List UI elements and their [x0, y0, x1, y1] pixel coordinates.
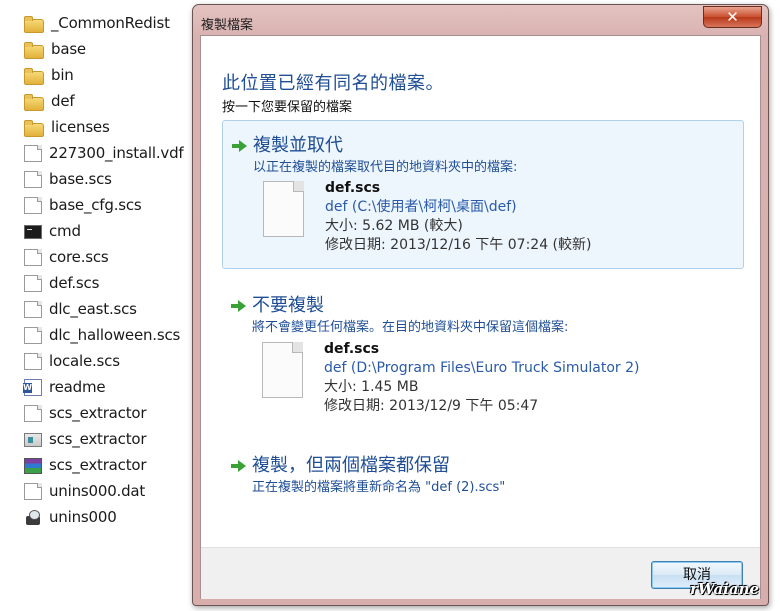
- file-list-item-name: cmd: [49, 222, 81, 240]
- document-icon: [24, 144, 42, 162]
- file-size: 大小: 5.62 MB (較大): [325, 218, 463, 234]
- file-list-item[interactable]: core.scs: [0, 244, 192, 270]
- option-title: 不要複製: [252, 295, 324, 316]
- file-modified-date: 修改日期: 2013/12/9 下午 05:47: [324, 398, 539, 414]
- file-list-item-name: _CommonRedist: [51, 14, 170, 32]
- file-list-item-name: def: [51, 92, 75, 110]
- file-list-item-name: bin: [51, 66, 74, 84]
- document-icon: [24, 352, 42, 370]
- file-list-item[interactable]: scs_extractor: [0, 452, 192, 478]
- folder-icon: [24, 68, 44, 85]
- file-info: def.scs def (D:\Program Files\Euro Truck…: [324, 340, 639, 416]
- file-list-item-name: base.scs: [49, 170, 112, 188]
- file-modified-date: 修改日期: 2013/12/16 下午 07:24 (較新): [325, 237, 592, 253]
- file-list-item-name: scs_extractor: [49, 430, 147, 448]
- file-icon: [262, 342, 303, 398]
- green-arrow-icon: [231, 140, 247, 152]
- file-list-item-name: def.scs: [49, 274, 100, 292]
- document-icon: [24, 326, 42, 344]
- file-list-item[interactable]: _CommonRedist: [0, 10, 192, 36]
- file-list-item-name: dlc_east.scs: [49, 300, 137, 318]
- file-name: def.scs: [324, 341, 380, 357]
- file-list-item[interactable]: bin: [0, 62, 192, 88]
- file-info: def.scs def (C:\使用者\柯柯\桌面\def) 大小: 5.62 …: [325, 179, 591, 255]
- document-icon: [24, 404, 42, 422]
- option-title: 複製並取代: [253, 135, 343, 156]
- dialog-title: 複製檔案: [201, 18, 254, 33]
- file-list-item[interactable]: base: [0, 36, 192, 62]
- file-icon: [263, 181, 304, 237]
- file-list: _CommonRedistbase bin def licenses 227300_in…: [0, 10, 192, 530]
- file-list-item-name: core.scs: [49, 248, 109, 266]
- file-list-item[interactable]: scs_extractor: [0, 426, 192, 452]
- file-list-item[interactable]: 227300_install.vdf: [0, 140, 192, 166]
- document-icon: [24, 170, 42, 188]
- file-list-item[interactable]: dlc_halloween.scs: [0, 322, 192, 348]
- file-location: def (D:\Program Files\Euro Truck Simulat…: [324, 360, 640, 376]
- folder-icon: [24, 94, 44, 111]
- file-list-item[interactable]: scs_extractor: [0, 400, 192, 426]
- uninstaller-icon: [24, 509, 42, 526]
- folder-icon: [24, 42, 44, 59]
- file-list-item[interactable]: base_cfg.scs: [0, 192, 192, 218]
- file-list-item-name: scs_extractor: [49, 456, 147, 474]
- green-arrow-icon: [230, 460, 246, 472]
- file-list-item-name: unins000: [49, 508, 117, 526]
- file-list-item-name: licenses: [51, 118, 110, 136]
- file-list-item-name: base: [51, 40, 86, 58]
- watermark-text: rWaiane: [690, 580, 760, 598]
- option-title: 複製，但兩個檔案都保留: [252, 455, 450, 476]
- file-list-item[interactable]: def: [0, 88, 192, 114]
- file-list-item-name: unins000.dat: [49, 482, 146, 500]
- file-list-item[interactable]: base.scs: [0, 166, 192, 192]
- file-list-item[interactable]: locale.scs: [0, 348, 192, 374]
- file-list-item-name: scs_extractor: [49, 404, 147, 422]
- folder-icon: [24, 16, 44, 33]
- option-description: 將不會變更任何檔案。在目的地資料夾中保留這個檔案:: [252, 320, 569, 335]
- green-arrow-icon: [230, 300, 246, 312]
- file-size: 大小: 1.45 MB: [324, 379, 419, 395]
- file-list-item-name: dlc_halloween.scs: [49, 326, 181, 344]
- file-list-item[interactable]: readme: [0, 374, 192, 400]
- word-document-icon: [23, 378, 42, 396]
- file-list-item[interactable]: licenses: [0, 114, 192, 140]
- file-list-item[interactable]: unins000: [0, 504, 192, 530]
- option-description: 以正在複製的檔案取代目的地資料夾中的檔案:: [253, 160, 518, 175]
- winrar-archive-icon: [24, 458, 42, 474]
- file-list-item[interactable]: def.scs: [0, 270, 192, 296]
- copy-file-dialog: 複製檔案 ✕ 此位置已經有同名的檔案。 按一下您要保留的檔案 複製並取代 以正在…: [192, 4, 769, 606]
- file-list-item-name: readme: [49, 378, 106, 396]
- dialog-content: 此位置已經有同名的檔案。 按一下您要保留的檔案 複製並取代 以正在複製的檔案取代…: [200, 35, 761, 599]
- file-location: def (C:\使用者\柯柯\桌面\def): [325, 199, 517, 215]
- document-icon: [24, 300, 42, 318]
- dialog-footer: 取消: [201, 547, 760, 599]
- file-list-item[interactable]: dlc_east.scs: [0, 296, 192, 322]
- cmd-icon: [24, 225, 42, 239]
- keep-both-option[interactable]: 複製，但兩個檔案都保留 正在複製的檔案將重新命名為 "def (2).scs": [222, 441, 744, 503]
- application-icon: [24, 433, 42, 447]
- dont-copy-option[interactable]: 不要複製 將不會變更任何檔案。在目的地資料夾中保留這個檔案: def.scs d…: [222, 281, 744, 431]
- copy-and-replace-option[interactable]: 複製並取代 以正在複製的檔案取代目的地資料夾中的檔案: def.scs def …: [222, 120, 744, 269]
- option-description: 正在複製的檔案將重新命名為 "def (2).scs": [252, 480, 506, 495]
- file-name: def.scs: [325, 180, 381, 196]
- file-list-item[interactable]: unins000.dat: [0, 478, 192, 504]
- file-list-item-name: locale.scs: [49, 352, 120, 370]
- close-button[interactable]: ✕: [703, 6, 762, 28]
- document-icon: [24, 482, 42, 500]
- file-list-item-name: 227300_install.vdf: [49, 144, 184, 162]
- file-list-item-name: base_cfg.scs: [49, 196, 142, 214]
- document-icon: [24, 196, 42, 214]
- document-icon: [24, 274, 42, 292]
- dialog-subheading: 按一下您要保留的檔案: [222, 100, 353, 115]
- document-icon: [24, 248, 42, 266]
- folder-icon: [24, 120, 44, 137]
- dialog-heading: 此位置已經有同名的檔案。: [222, 73, 444, 94]
- file-list-item[interactable]: cmd: [0, 218, 192, 244]
